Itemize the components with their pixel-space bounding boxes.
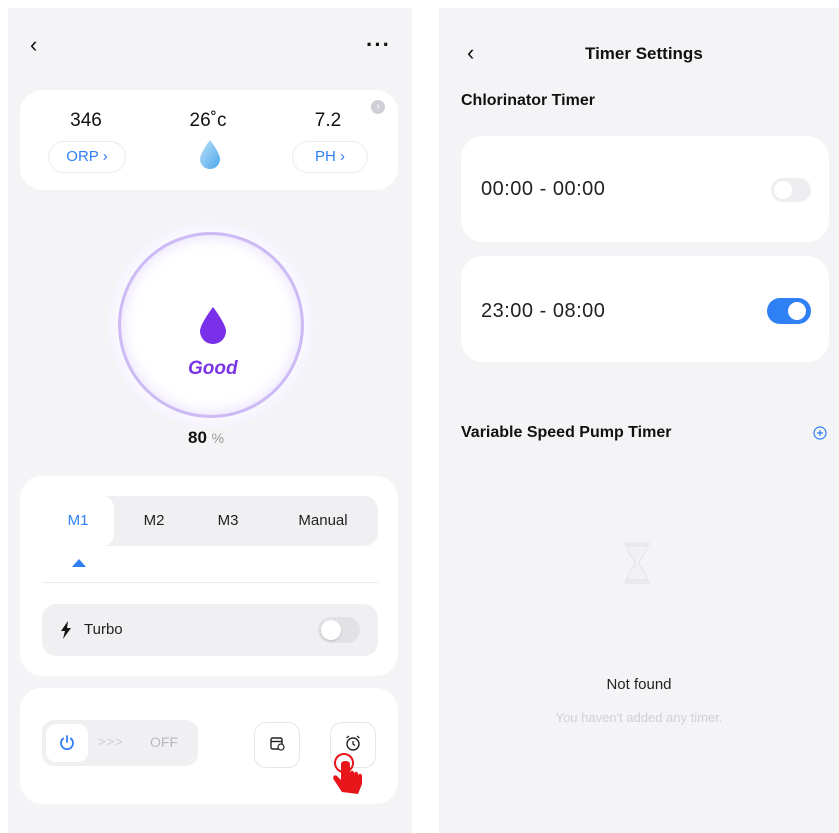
power-switch[interactable]: >>> OFF — [42, 720, 198, 766]
temperature-value: 26˚c — [189, 110, 227, 131]
empty-state-title: Not found — [606, 676, 672, 693]
turbo-toggle[interactable] — [318, 617, 360, 643]
percent-unit: % — [211, 430, 225, 446]
back-icon[interactable]: ‹ — [467, 42, 474, 64]
purple-drop-icon — [198, 306, 228, 349]
toggle-knob — [321, 620, 341, 640]
schedule-icon — [269, 735, 285, 756]
divider — [42, 582, 378, 583]
timer-range: 23:00 - 08:00 — [481, 300, 606, 322]
power-icon[interactable] — [46, 724, 88, 762]
chlorinator-heading: Chlorinator Timer — [461, 92, 595, 109]
water-drop-icon — [198, 139, 222, 174]
mode-card: M1 M2 M3 Manual Turbo — [20, 476, 398, 676]
hourglass-icon — [622, 540, 652, 591]
orp-button[interactable]: ORP › — [48, 141, 126, 173]
timer-settings-screen: ‹ Timer Settings Chlorinator Timer 00:00… — [439, 8, 839, 833]
power-state: OFF — [150, 734, 178, 750]
timer-toggle-off[interactable] — [771, 178, 811, 202]
info-icon[interactable]: › — [371, 100, 385, 114]
power-arrows: >>> — [98, 734, 124, 749]
pump-timer-heading: Variable Speed Pump Timer — [461, 424, 672, 441]
ph-value: 7.2 — [314, 110, 342, 131]
toggle-knob — [774, 181, 792, 199]
back-icon[interactable]: ‹ — [30, 34, 37, 56]
caret-up-icon — [72, 554, 86, 572]
empty-state-subtitle: You haven't added any timer. — [555, 710, 723, 725]
ph-button[interactable]: PH › — [292, 141, 368, 173]
page-title: Timer Settings — [585, 44, 703, 63]
mode-tab-manual[interactable]: Manual — [278, 496, 368, 546]
mode-tab-m1[interactable]: M1 — [42, 496, 114, 546]
quality-status: Good — [188, 358, 238, 379]
pointing-hand-icon — [330, 752, 370, 807]
sensor-card: 346 26˚c 7.2 › ORP › PH › — [20, 90, 398, 190]
device-control-screen: ‹ ··· 346 26˚c 7.2 › ORP › PH › Good 80 … — [8, 8, 412, 833]
mode-tab-m2[interactable]: M2 — [124, 496, 184, 546]
timer-row[interactable]: 00:00 - 00:00 — [461, 136, 829, 242]
turbo-row: Turbo — [42, 604, 378, 656]
percent-value: 80 — [188, 428, 207, 447]
add-circle-icon[interactable] — [813, 426, 827, 445]
mode-tab-m3[interactable]: M3 — [198, 496, 258, 546]
turbo-label: Turbo — [84, 621, 123, 638]
percent-readout: 80 % — [188, 428, 224, 448]
mode-selector: M1 M2 M3 Manual — [42, 496, 378, 546]
schedule-button[interactable] — [254, 722, 300, 768]
timer-row[interactable]: 23:00 - 08:00 — [461, 256, 829, 362]
more-icon[interactable]: ··· — [366, 32, 391, 58]
timer-range: 00:00 - 00:00 — [481, 178, 606, 200]
toggle-knob — [788, 302, 806, 320]
timer-toggle-on[interactable] — [767, 298, 811, 324]
orp-value: 346 — [70, 110, 102, 131]
lightning-icon — [60, 621, 72, 644]
